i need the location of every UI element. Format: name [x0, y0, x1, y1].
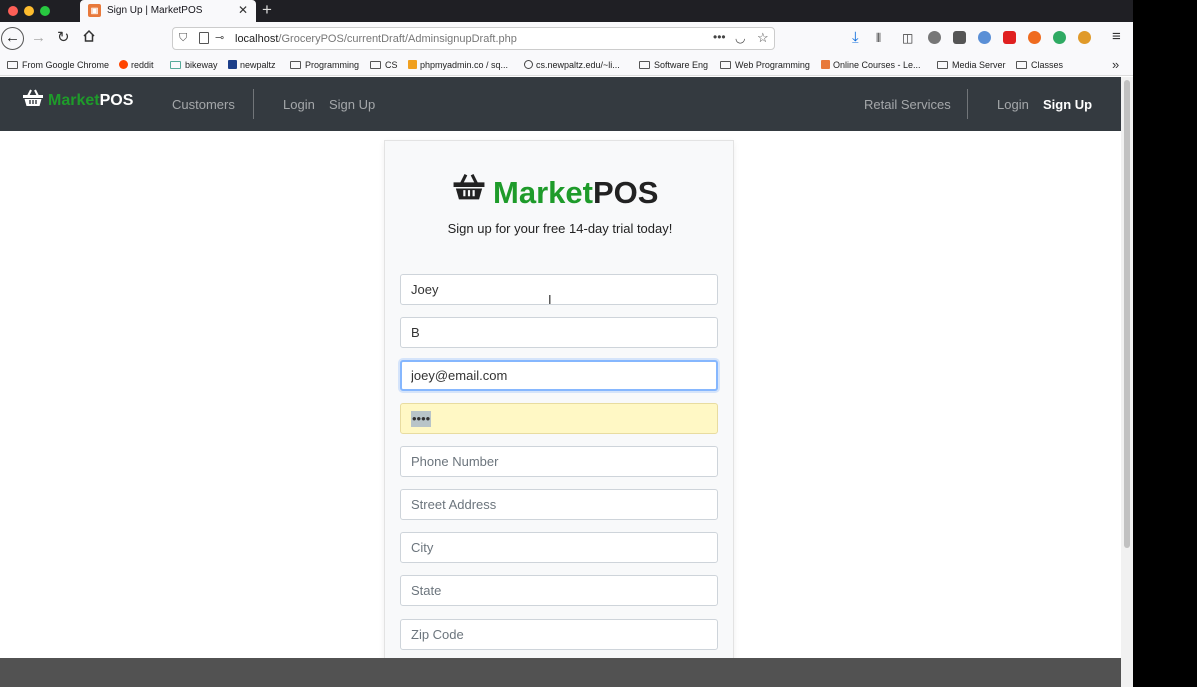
bookmarks-overflow-icon[interactable]: » [1112, 57, 1119, 72]
last-name-input[interactable] [400, 317, 718, 348]
bookmark-reddit[interactable]: reddit [119, 60, 154, 70]
zip-code-input[interactable] [400, 619, 718, 650]
card-brand-title: MarketPOS [493, 175, 659, 210]
basket-logo-icon [453, 173, 485, 200]
nav-signup-right[interactable]: Sign Up [1043, 97, 1092, 112]
folder-icon [720, 61, 731, 69]
address-bar[interactable]: ⛉ ⊸ localhost/GroceryPOS/currentDraft/Ad… [172, 27, 775, 50]
back-arrow-icon[interactable]: ← [1, 27, 24, 50]
sidebar-icon[interactable]: ◫ [902, 29, 913, 47]
navigation-toolbar: ← → ↻ ⛉ ⊸ localhost/GroceryPOS/currentDr… [0, 22, 1133, 55]
site-brand[interactable]: MarketPOS [48, 92, 133, 110]
extension-globe-icon[interactable] [978, 31, 991, 44]
bookmark-star-icon[interactable]: ☆ [757, 30, 769, 46]
maximize-window-button[interactable] [40, 6, 50, 16]
nav-customers[interactable]: Customers [172, 97, 235, 112]
site-footer [0, 658, 1121, 687]
mail-icon [170, 61, 181, 69]
globe-icon [524, 60, 533, 69]
home-icon[interactable] [82, 29, 96, 48]
nav-divider [967, 89, 968, 119]
courses-icon [821, 60, 830, 69]
text-cursor-icon: I [548, 292, 552, 307]
library-icon[interactable]: ⫴ [876, 29, 881, 47]
first-name-input[interactable] [400, 274, 718, 305]
bookmark-software-eng[interactable]: Software Eng [639, 60, 708, 70]
nav-signup-left[interactable]: Sign Up [329, 97, 375, 112]
nav-divider [253, 89, 254, 119]
folder-icon [937, 61, 948, 69]
page-scrollbar[interactable] [1121, 77, 1133, 687]
password-masked-text: •••• [411, 411, 432, 427]
bookmark-web-programming[interactable]: Web Programming [720, 60, 810, 70]
youtube-extension-icon[interactable] [1003, 31, 1016, 44]
tab-title: Sign Up | MarketPOS [107, 5, 203, 16]
nav-retail-services[interactable]: Retail Services [864, 97, 951, 112]
tab-signup[interactable]: ▣ Sign Up | MarketPOS ✕ [80, 0, 256, 22]
city-input[interactable] [400, 532, 718, 563]
folder-icon [7, 61, 18, 69]
extension-orange-icon[interactable] [1028, 31, 1041, 44]
state-input[interactable] [400, 575, 718, 606]
close-tab-icon[interactable]: ✕ [238, 3, 248, 17]
bookmark-classes[interactable]: Classes [1016, 60, 1063, 70]
shield-extension-icon[interactable] [953, 31, 966, 44]
close-window-button[interactable] [8, 6, 18, 16]
signup-card: MarketPOS Sign up for your free 14-day t… [384, 140, 734, 670]
extension-green-icon[interactable] [1053, 31, 1066, 44]
bookmark-programming[interactable]: Programming [290, 60, 359, 70]
site-favicon-icon: ▣ [88, 4, 101, 17]
newpaltz-icon [228, 60, 237, 69]
signup-tagline: Sign up for your free 14-day trial today… [447, 221, 673, 236]
page-info-icon[interactable] [199, 32, 209, 44]
bookmark-from-google-chrome[interactable]: From Google Chrome [7, 60, 109, 70]
new-tab-button[interactable]: + [262, 0, 272, 20]
phone-input[interactable] [400, 446, 718, 477]
nav-login-right[interactable]: Login [997, 97, 1029, 112]
scrollbar-thumb[interactable] [1124, 80, 1130, 548]
extension-face-icon[interactable] [1078, 31, 1091, 44]
key-icon[interactable]: ⊸ [215, 31, 224, 44]
basket-logo-icon [23, 89, 43, 106]
reddit-icon [119, 60, 128, 69]
hamburger-menu-icon[interactable]: ≡ [1112, 28, 1121, 45]
account-icon[interactable] [928, 31, 941, 44]
pocket-icon[interactable]: ◡ [735, 31, 745, 45]
street-address-input[interactable] [400, 489, 718, 520]
bookmark-cs-newpaltz[interactable]: cs.newpaltz.edu/~li... [524, 60, 620, 70]
bookmark-cs[interactable]: CS [370, 60, 398, 70]
minimize-window-button[interactable] [24, 6, 34, 16]
bookmark-phpmyadmin[interactable]: phpmyadmin.co / sq... [408, 60, 508, 70]
bookmark-newpaltz[interactable]: newpaltz [228, 60, 276, 70]
bookmarks-bar: From Google Chrome reddit bikeway newpal… [0, 55, 1133, 76]
reload-icon[interactable]: ↻ [57, 29, 70, 47]
email-input[interactable] [400, 360, 718, 391]
tab-strip: ▣ Sign Up | MarketPOS ✕ + [0, 0, 1133, 22]
phpmyadmin-icon [408, 60, 417, 69]
folder-icon [370, 61, 381, 69]
bookmark-bikeway[interactable]: bikeway [170, 60, 218, 70]
outside-window-area [1133, 0, 1197, 687]
folder-icon [1016, 61, 1027, 69]
bookmark-online-courses[interactable]: Online Courses - Le... [821, 60, 921, 70]
page-actions-icon[interactable]: ••• [713, 30, 726, 44]
downloads-icon[interactable]: ⤓ [852, 29, 859, 47]
password-input[interactable]: •••• [400, 403, 718, 434]
forward-arrow-icon[interactable]: → [31, 29, 46, 47]
nav-login-left[interactable]: Login [283, 97, 315, 112]
url-text[interactable]: localhost/GroceryPOS/currentDraft/Admins… [235, 33, 517, 45]
folder-icon [290, 61, 301, 69]
folder-icon [639, 61, 650, 69]
tracking-shield-icon[interactable]: ⛉ [179, 32, 187, 45]
browser-window: ▣ Sign Up | MarketPOS ✕ + ← → ↻ ⛉ ⊸ loca… [0, 0, 1133, 687]
bookmark-media-server[interactable]: Media Server [937, 60, 1006, 70]
site-navbar: MarketPOS Customers Login Sign Up Retail… [0, 77, 1121, 131]
